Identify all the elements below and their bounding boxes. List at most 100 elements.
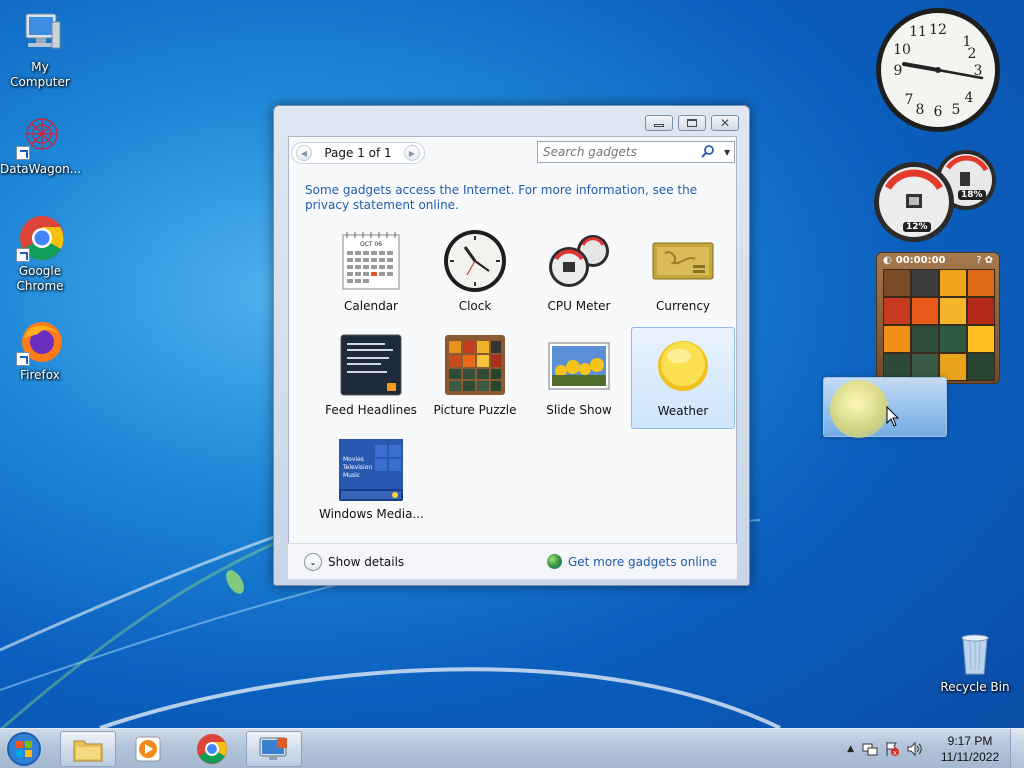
desktop-icon-recycle-bin[interactable]: Recycle Bin: [935, 630, 1015, 695]
globe-icon: [546, 554, 562, 569]
feed-headlines-icon: [339, 333, 403, 397]
show-desktop-button[interactable]: [1010, 729, 1024, 768]
taskbar: ▲ x 9:17 PM 11/11/2022: [0, 728, 1024, 768]
privacy-notice-link[interactable]: Some gadgets access the Internet. For mo…: [305, 183, 725, 213]
recycle-bin-icon: [951, 630, 999, 678]
gadget-tile-weather[interactable]: Weather: [631, 327, 735, 429]
media-line: Music: [343, 472, 360, 479]
search-input[interactable]: [538, 145, 698, 159]
taskbar-time: 9:17 PM: [947, 734, 993, 748]
gadget-tile-slide-show[interactable]: Slide Show: [527, 327, 631, 429]
chrome-icon: [16, 214, 64, 262]
desktop-icon-firefox[interactable]: Firefox: [0, 318, 80, 383]
gadget-tile-cpu-meter[interactable]: CPU Meter: [527, 223, 631, 325]
taskbar-media-player-button[interactable]: [120, 731, 176, 767]
gadget-name: Feed Headlines: [325, 403, 417, 417]
gadget-name: Currency: [655, 299, 711, 313]
sun-icon: [830, 380, 888, 438]
gadgets-icon: [259, 737, 287, 760]
desktop-clock-gadget[interactable]: 12 1 3 467 9 10 2 5 8 11: [874, 6, 1002, 134]
show-hidden-icons-button[interactable]: ▲: [847, 744, 854, 754]
taskbar-explorer-button[interactable]: [60, 731, 116, 767]
gadget-name: Picture Puzzle: [433, 403, 517, 417]
next-page-button[interactable]: ▶: [404, 145, 420, 161]
svg-text:12: 12: [929, 22, 947, 38]
puzzle-reset-icon[interactable]: ◐: [883, 255, 892, 266]
previous-page-button[interactable]: ◀: [296, 145, 312, 161]
currency-icon: [651, 229, 715, 293]
desktop-icon-my-computer[interactable]: My Computer: [0, 10, 80, 90]
search-dropdown-icon[interactable]: ▼: [724, 148, 730, 157]
gadget-name: Slide Show: [546, 403, 612, 417]
svg-text:9: 9: [894, 63, 903, 79]
calendar-month: OCT 06: [360, 241, 382, 248]
svg-text:2: 2: [968, 46, 977, 62]
gadget-tile-feed-headlines[interactable]: Feed Headlines: [319, 327, 423, 429]
action-center-icon[interactable]: x: [884, 741, 900, 757]
page-label: Page 1 of 1: [324, 146, 392, 160]
taskbar-date: 11/11/2022: [940, 750, 1000, 764]
restore-button[interactable]: [678, 115, 706, 131]
cpu-percent: 12%: [903, 222, 931, 232]
get-more-label: Get more gadgets online: [567, 554, 717, 569]
desktop-icon-label: Google Chrome: [16, 264, 64, 293]
volume-icon[interactable]: [906, 741, 924, 757]
close-button[interactable]: ✕: [711, 115, 739, 131]
network-icon[interactable]: [862, 741, 878, 757]
taskbar-clock[interactable]: 9:17 PM 11/11/2022: [930, 733, 1010, 765]
svg-text:7: 7: [905, 92, 914, 108]
slide-show-icon: [547, 333, 611, 397]
svg-text:11: 11: [909, 24, 927, 40]
taskbar-gadgets-button[interactable]: [246, 731, 302, 767]
cpu-meter-icon: [547, 229, 611, 293]
computer-icon: [16, 10, 64, 58]
gadget-tile-windows-media-center[interactable]: Movies Television Music Windows Media...: [319, 431, 424, 533]
desktop-picture-puzzle-gadget[interactable]: ◐ 00:00:00 ? ✿: [876, 252, 1000, 384]
shortcut-arrow-icon: [16, 352, 30, 366]
weather-gadget-drag-preview[interactable]: [823, 377, 947, 438]
media-line: Movies: [343, 456, 364, 463]
puzzle-board[interactable]: [883, 269, 995, 381]
mouse-cursor-icon: [886, 406, 900, 427]
taskbar-chrome-button[interactable]: [184, 731, 240, 767]
shortcut-arrow-icon: [16, 248, 30, 262]
shortcut-arrow-icon: [16, 146, 30, 160]
minimize-button[interactable]: [645, 115, 673, 131]
calendar-icon: OCT 06: [339, 229, 403, 293]
svg-text:8: 8: [916, 102, 925, 118]
chrome-icon: [197, 734, 227, 764]
windows-orb-icon: [7, 732, 41, 766]
gadget-gallery-window[interactable]: ✕ ◀ Page 1 of 1 ▶ ▼ Some gadgets access …: [273, 105, 750, 586]
gadget-gallery-pane: ◀ Page 1 of 1 ▶ ▼ Some gadgets access th…: [288, 136, 737, 578]
puzzle-hint-icon[interactable]: ✿: [985, 255, 993, 266]
gadget-tile-picture-puzzle[interactable]: Picture Puzzle: [423, 327, 527, 429]
picture-puzzle-icon: [443, 333, 507, 397]
windows-media-center-icon: Movies Television Music: [339, 437, 403, 501]
svg-text:5: 5: [952, 102, 961, 118]
get-more-gadgets-link[interactable]: Get more gadgets online: [546, 554, 717, 569]
svg-text:6: 6: [934, 104, 943, 120]
gadget-tile-calendar[interactable]: OCT 06 Calendar: [319, 223, 423, 325]
gadget-tile-clock[interactable]: Clock: [423, 223, 527, 325]
puzzle-help-icon[interactable]: ?: [976, 255, 981, 266]
clock-face-icon: 1213 467 910 2 5811: [876, 8, 1000, 132]
gadget-name: Weather: [657, 404, 709, 418]
firefox-icon: [16, 318, 64, 366]
chevron-down-icon: ⌄: [304, 553, 322, 571]
gadget-name: Calendar: [344, 299, 398, 313]
svg-text:10: 10: [893, 42, 911, 58]
show-details-button[interactable]: ⌄ Show details: [304, 553, 404, 571]
system-tray: ▲ x 9:17 PM 11/11/2022: [839, 729, 1024, 768]
desktop-cpu-meter-gadget[interactable]: 12% 18%: [872, 148, 1002, 244]
desktop-icon-label: DataWagon...: [0, 162, 82, 176]
gadget-tile-currency[interactable]: Currency: [631, 223, 735, 325]
close-icon: ✕: [719, 116, 731, 130]
search-box: ▼: [537, 141, 735, 163]
desktop-icon-label: Firefox: [20, 368, 60, 382]
desktop-icon-google-chrome[interactable]: Google Chrome: [0, 214, 80, 294]
search-icon[interactable]: [700, 144, 716, 160]
media-line: Television: [342, 464, 372, 471]
datawagon-icon: [16, 112, 64, 160]
start-button[interactable]: [4, 730, 44, 768]
desktop-icon-datawagon[interactable]: DataWagon...: [0, 112, 82, 177]
